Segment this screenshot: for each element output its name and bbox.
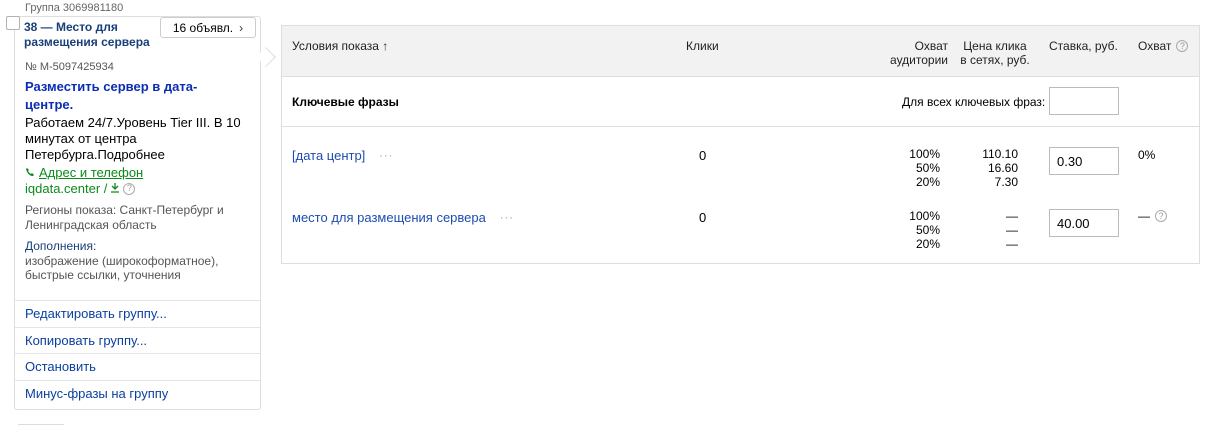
reach-value: 20% <box>915 237 940 251</box>
price-value: — <box>1006 209 1018 223</box>
question-circle-icon[interactable]: ? <box>123 182 136 195</box>
reach-value: 100% <box>909 147 940 161</box>
copy-group-link[interactable]: Копировать группу... <box>15 326 260 354</box>
keyword-phrase-text: место для размещения сервера <box>292 210 486 225</box>
bid-input[interactable]: 0.30 <box>1049 147 1119 175</box>
chevron-right-icon: › <box>239 20 244 35</box>
keyword-phrase-link[interactable]: [дата центр] ··· <box>292 148 393 163</box>
reach-value: 50% <box>915 161 940 175</box>
extras-text: изображение (широкоформатное), быстрые с… <box>25 254 219 282</box>
group-card: 38 — Место для размещения сервера 16 объ… <box>14 16 261 410</box>
price-value: — <box>1006 237 1018 251</box>
clicks-value: 0 <box>699 210 707 225</box>
ads-count-button[interactable]: 16 объявл. › <box>160 17 256 38</box>
keywords-section-label: Ключевые фразы <box>292 95 399 109</box>
header-conditions[interactable]: Условия показа ↑ <box>292 39 388 53</box>
header-clicks[interactable]: Клики <box>686 39 719 53</box>
table-row: место для размещения сервера ··· 0 100% … <box>282 189 1199 265</box>
ellipsis-icon[interactable]: ··· <box>500 212 514 224</box>
regions-text: Регионы показа: Санкт-Петербург и Ленинг… <box>25 203 224 232</box>
table-row: [дата центр] ··· 0 100% 50% 20% 110.10 1… <box>282 127 1199 189</box>
header-coverage[interactable]: Охват ? <box>1138 39 1189 53</box>
question-circle-icon[interactable]: ? <box>1155 210 1167 222</box>
reach-values: 100% 50% 20% <box>842 147 940 189</box>
keywords-section-row: Ключевые фразы Для всех ключевых фраз: <box>282 77 1199 127</box>
reach-value: 20% <box>915 175 940 189</box>
header-price-line2: в сетях, руб. <box>960 53 1030 67</box>
header-reach-line2: аудитории <box>890 53 948 67</box>
coverage-value: — ? <box>1138 209 1167 223</box>
ad-text: Работаем 24/7.Уровень Tier III. В 10 мин… <box>25 115 241 162</box>
extras-label: Дополнения: <box>25 239 97 253</box>
ad-contacts-label: Адрес и телефон <box>39 165 144 180</box>
price-values: — — — <box>962 209 1018 251</box>
header-bid[interactable]: Ставка, руб. <box>1049 39 1118 53</box>
stop-group-link[interactable]: Остановить <box>15 353 260 380</box>
question-circle-icon[interactable]: ? <box>1176 40 1189 52</box>
ad-title[interactable]: Разместить сервер в дата-центре. <box>25 78 245 114</box>
table-header: Условия показа ↑ Клики Охват аудитории Ц… <box>282 26 1199 77</box>
all-keywords-bid-input[interactable] <box>1049 87 1119 115</box>
header-price[interactable]: Цена клика в сетях, руб. <box>960 39 1030 67</box>
all-keywords-label: Для всех ключевых фраз: <box>902 95 1046 109</box>
ad-contacts-link[interactable]: Адрес и телефон <box>25 165 143 180</box>
header-reach[interactable]: Охват аудитории <box>842 39 948 67</box>
reach-values: 100% 50% 20% <box>842 209 940 251</box>
price-value: 7.30 <box>994 175 1018 189</box>
price-value: 16.60 <box>987 161 1018 175</box>
ad-number: № М-5097425934 <box>25 61 114 73</box>
keyword-phrase-link[interactable]: место для размещения сервера ··· <box>292 210 514 225</box>
edit-group-link[interactable]: Редактировать группу... <box>15 300 260 327</box>
price-values: 110.10 16.60 7.30 <box>962 147 1018 189</box>
bid-input[interactable]: 40.00 <box>1049 209 1119 237</box>
header-reach-line1: Охват <box>914 39 948 53</box>
reach-value: 100% <box>909 209 940 223</box>
divider <box>18 424 64 428</box>
price-value: 110.10 <box>982 147 1018 161</box>
coverage-text: — <box>1138 209 1150 223</box>
header-coverage-label: Охват <box>1138 39 1172 53</box>
ads-count-label: 16 объявл. <box>172 20 234 35</box>
group-checkbox[interactable] <box>6 16 20 30</box>
group-id-label: Группа 3069981180 <box>25 2 124 14</box>
reach-value: 50% <box>915 223 940 237</box>
negative-keywords-link[interactable]: Минус-фразы на группу <box>15 379 260 407</box>
group-actions: Редактировать группу... Копировать групп… <box>15 300 260 406</box>
clicks-value: 0 <box>699 148 707 163</box>
group-title[interactable]: 38 — Место для размещения сервера <box>24 20 159 50</box>
download-icon <box>110 181 120 196</box>
keyword-phrase-text: [дата центр] <box>292 148 366 163</box>
conditions-table: Условия показа ↑ Клики Охват аудитории Ц… <box>281 25 1200 264</box>
coverage-value: 0% <box>1138 148 1155 162</box>
coverage-text: 0% <box>1138 148 1156 162</box>
ad-domain[interactable]: iqdata.center / ? <box>25 181 136 196</box>
ellipsis-icon[interactable]: ··· <box>379 150 393 162</box>
ad-domain-label: iqdata.center / <box>25 181 108 196</box>
price-value: — <box>1006 223 1018 237</box>
header-price-line1: Цена клика <box>963 39 1027 53</box>
phone-icon <box>25 165 35 180</box>
